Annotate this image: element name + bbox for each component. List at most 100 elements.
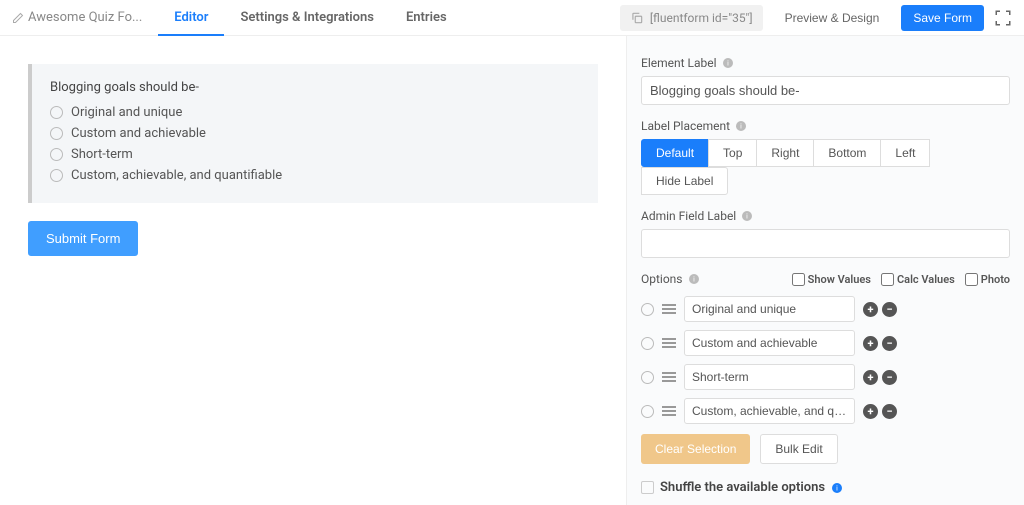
bulk-edit-button[interactable]: Bulk Edit [760, 434, 837, 464]
shuffle-label: Shuffle the available options [660, 480, 825, 495]
option-action-row: Clear Selection Bulk Edit [641, 434, 1010, 464]
field-label-text: Label Placement [641, 119, 730, 133]
option-radio[interactable] [641, 337, 654, 350]
element-label-group: Element Label i [641, 56, 1010, 105]
option-actions: + − [863, 370, 897, 385]
check-label: Calc Values [897, 273, 955, 286]
calc-values-check[interactable]: Calc Values [881, 273, 955, 286]
radio-list: Original and unique Custom and achievabl… [50, 105, 580, 183]
label-placement-title: Label Placement i [641, 119, 1010, 133]
topbar-right: [fluentform id="35"] Preview & Design Sa… [620, 5, 1012, 31]
field-label-text: Admin Field Label [641, 209, 736, 223]
add-option-icon[interactable]: + [863, 370, 878, 385]
svg-text:i: i [693, 276, 695, 284]
shuffle-checkbox[interactable] [641, 481, 654, 494]
radio-item[interactable]: Custom, achievable, and quantifiable [50, 168, 580, 183]
radio-label: Short-term [71, 147, 133, 162]
radio-icon [50, 106, 63, 119]
shortcode-text: [fluentform id="35"] [650, 11, 753, 25]
radio-icon [50, 169, 63, 182]
admin-label-title: Admin Field Label i [641, 209, 1010, 223]
placement-top[interactable]: Top [708, 139, 757, 167]
main-area: Blogging goals should be- Original and u… [0, 36, 1024, 505]
form-title[interactable]: Awesome Quiz Fo... [12, 10, 142, 25]
drag-handle-icon[interactable] [662, 406, 676, 416]
topbar-left: Awesome Quiz Fo... Editor Settings & Int… [12, 0, 463, 36]
option-actions: + − [863, 302, 897, 317]
admin-label-input[interactable] [641, 229, 1010, 258]
radio-label: Custom, achievable, and quantifiable [71, 168, 282, 183]
tab-settings[interactable]: Settings & Integrations [224, 0, 390, 36]
drag-handle-icon[interactable] [662, 372, 676, 382]
clear-selection-button[interactable]: Clear Selection [641, 434, 750, 464]
radio-item[interactable]: Original and unique [50, 105, 580, 120]
question-label: Blogging goals should be- [50, 80, 580, 95]
svg-text:i: i [740, 123, 742, 131]
photo-check[interactable]: Photo [965, 273, 1010, 286]
fullscreen-icon[interactable] [994, 9, 1012, 27]
save-form-button[interactable]: Save Form [901, 5, 984, 31]
tab-entries[interactable]: Entries [390, 0, 463, 36]
placement-bottom[interactable]: Bottom [813, 139, 881, 167]
placement-right[interactable]: Right [756, 139, 814, 167]
option-input[interactable] [684, 364, 855, 390]
options-header: Options i Show Values Calc Values Photo [641, 272, 1010, 286]
radio-icon [50, 148, 63, 161]
options-group: Options i Show Values Calc Values Photo … [641, 272, 1010, 505]
svg-text:i: i [746, 213, 748, 221]
field-label-text: Options [641, 272, 683, 286]
check-label: Show Values [808, 273, 871, 286]
remove-option-icon[interactable]: − [882, 302, 897, 317]
sidebar: Element Label i Label Placement i Defaul… [626, 36, 1024, 505]
form-title-text: Awesome Quiz Fo... [28, 10, 142, 25]
options-checks: Show Values Calc Values Photo [792, 273, 1010, 286]
drag-handle-icon[interactable] [662, 304, 676, 314]
radio-item[interactable]: Short-term [50, 147, 580, 162]
radio-item[interactable]: Custom and achievable [50, 126, 580, 141]
show-values-check[interactable]: Show Values [792, 273, 871, 286]
remove-option-icon[interactable]: − [882, 370, 897, 385]
element-label-title: Element Label i [641, 56, 1010, 70]
option-radio[interactable] [641, 371, 654, 384]
pencil-icon [12, 12, 24, 24]
add-option-icon[interactable]: + [863, 302, 878, 317]
placement-default[interactable]: Default [641, 139, 709, 167]
submit-button[interactable]: Submit Form [28, 221, 138, 256]
drag-handle-icon[interactable] [662, 338, 676, 348]
element-label-input[interactable] [641, 76, 1010, 105]
info-icon[interactable]: i [722, 57, 734, 69]
option-input[interactable] [684, 296, 855, 322]
option-actions: + − [863, 404, 897, 419]
remove-option-icon[interactable]: − [882, 404, 897, 419]
question-block[interactable]: Blogging goals should be- Original and u… [28, 64, 598, 203]
info-icon[interactable]: i [831, 482, 843, 494]
svg-text:i: i [727, 60, 729, 68]
info-icon[interactable]: i [741, 210, 753, 222]
add-option-icon[interactable]: + [863, 404, 878, 419]
option-input[interactable] [684, 398, 855, 424]
label-placement-group: Label Placement i Default Top Right Bott… [641, 119, 1010, 195]
placement-hide[interactable]: Hide Label [641, 167, 728, 195]
shuffle-row: Shuffle the available options i [641, 480, 1010, 495]
header-tabs: Editor Settings & Integrations Entries [158, 0, 462, 36]
option-input[interactable] [684, 330, 855, 356]
placement-left[interactable]: Left [880, 139, 930, 167]
info-icon[interactable]: i [735, 120, 747, 132]
placement-buttons: Default Top Right Bottom Left Hide Label [641, 139, 1010, 195]
radio-label: Original and unique [71, 105, 182, 120]
remove-option-icon[interactable]: − [882, 336, 897, 351]
admin-label-group: Admin Field Label i [641, 209, 1010, 258]
info-icon[interactable]: i [688, 273, 700, 285]
option-radio[interactable] [641, 303, 654, 316]
tab-editor[interactable]: Editor [158, 0, 224, 36]
option-row: + − [641, 330, 1010, 356]
preview-design-button[interactable]: Preview & Design [773, 5, 892, 31]
add-option-icon[interactable]: + [863, 336, 878, 351]
option-actions: + − [863, 336, 897, 351]
option-radio[interactable] [641, 405, 654, 418]
option-row: + − [641, 296, 1010, 322]
shortcode-display[interactable]: [fluentform id="35"] [620, 5, 763, 31]
field-label-text: Element Label [641, 56, 717, 70]
option-row: + − [641, 364, 1010, 390]
copy-icon [630, 11, 644, 25]
